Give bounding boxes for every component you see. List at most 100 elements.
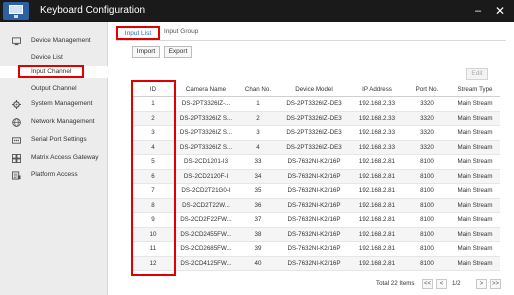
edit-button[interactable]: Edit <box>466 68 488 80</box>
table-header-row: ID Camera Name Chan No. Device Model IP … <box>132 82 500 97</box>
cell-chan-no: 1 <box>238 96 278 112</box>
input-channel-table: ID Camera Name Chan No. Device Model IP … <box>132 82 500 271</box>
sidebar-item-network-management[interactable]: Network Management <box>0 115 108 129</box>
cell-chan-no: 35 <box>238 183 278 199</box>
table-row[interactable]: 1 DS-2PT3326IZ-... 1 DS-2PT3326IZ-DE3 192.16… <box>132 96 500 112</box>
cell-ip-address: 192.168.2.33 <box>350 140 404 155</box>
cell-port-no: 8100 <box>404 241 450 257</box>
table-row[interactable]: 4 DS-2PT3326IZ S... 4 DS-2PT3326IZ-DE3 192.1… <box>132 140 500 155</box>
cell-port-no: 3320 <box>404 111 450 126</box>
cell-device-model: DS-2PT3326IZ-DE3 <box>278 140 350 155</box>
cell-device-model: DS-2PT3326IZ-DE3 <box>278 125 350 141</box>
tab-input-list[interactable]: Input List <box>116 26 160 40</box>
sidebar-subitem-device-list[interactable]: Device List <box>0 52 108 64</box>
cell-port-no: 8100 <box>404 183 450 199</box>
platform-icon <box>12 171 21 180</box>
cell-ip-address: 192.168.2.81 <box>350 169 404 184</box>
cell-port-no: 8100 <box>404 212 450 228</box>
sidebar-item-serial-port-settings[interactable]: Serial Port Settings <box>0 133 108 147</box>
sidebar-item-matrix-access-gateway[interactable]: Matrix Access Gateway <box>0 151 108 165</box>
column-header-chan-no[interactable]: Chan No. <box>238 82 278 97</box>
cell-stream-type: Main Stream <box>450 227 500 242</box>
export-button[interactable]: Export <box>164 46 192 58</box>
cell-camera-name: DS-2CD2120F-I <box>174 169 238 184</box>
cell-stream-type: Main Stream <box>450 125 500 141</box>
table-row[interactable]: 5 DS-2CD1201-I3 33 DS-7632NI-K2/16P 192.168.… <box>132 154 500 170</box>
column-header-stream-type[interactable]: Stream Type <box>450 82 500 97</box>
prev-page-button[interactable]: < <box>436 279 447 289</box>
cell-camera-name: DS-2PT3326IZ S... <box>174 140 238 155</box>
cell-stream-type: Main Stream <box>450 96 500 112</box>
input-channel-highlight <box>18 65 84 78</box>
app-monitor-icon <box>3 2 29 20</box>
cell-stream-type: Main Stream <box>450 183 500 199</box>
device-management-icon <box>12 37 21 46</box>
cell-ip-address: 192.168.2.81 <box>350 183 404 199</box>
table-row[interactable]: 8 DS-2CD2T22W... 36 DS-7632NI-K2/16P 192.168… <box>132 198 500 213</box>
cell-device-model: DS-7632NI-K2/16P <box>278 241 350 257</box>
cell-ip-address: 192.168.2.33 <box>350 111 404 126</box>
cell-chan-no: 38 <box>238 227 278 242</box>
table-row[interactable]: 6 DS-2CD2120F-I 34 DS-7632NI-K2/16P 192.168.… <box>132 169 500 184</box>
sidebar-subitem-output-channel[interactable]: Output Channel <box>0 83 108 95</box>
column-header-device-model[interactable]: Device Model <box>278 82 350 97</box>
cell-stream-type: Main Stream <box>450 256 500 271</box>
grid-icon <box>12 154 21 163</box>
cell-chan-no: 3 <box>238 125 278 141</box>
cell-chan-no: 39 <box>238 241 278 257</box>
column-header-ip-address[interactable]: IP Address <box>350 82 404 97</box>
close-button[interactable]: ✕ <box>492 3 508 19</box>
sidebar-item-label: Matrix Access Gateway <box>31 154 99 161</box>
table-row[interactable]: 7 DS-2CD2T21G0-I 35 DS-7632NI-K2/16P 192.168… <box>132 183 500 199</box>
total-items-label: Total 22 Items <box>376 280 415 287</box>
cell-device-model: DS-7632NI-K2/16P <box>278 212 350 228</box>
last-page-button[interactable]: >> <box>490 279 501 289</box>
table-row[interactable]: 11 DS-2CD2685FW... 39 DS-7632NI-K2/16P 192.1… <box>132 241 500 257</box>
cell-port-no: 8100 <box>404 198 450 213</box>
import-button[interactable]: Import <box>132 46 160 58</box>
cell-camera-name: DS-2PT3326IZ-... <box>174 96 238 112</box>
sidebar-subitem-label: Output Channel <box>31 85 77 92</box>
cell-port-no: 3320 <box>404 125 450 141</box>
cell-chan-no: 2 <box>238 111 278 126</box>
column-header-camera-name[interactable]: Camera Name <box>174 82 238 97</box>
sidebar-item-device-management[interactable]: Device Management <box>0 34 108 48</box>
table-row[interactable]: 10 DS-2CD2455FW... 38 DS-7632NI-K2/16P 192.1… <box>132 227 500 242</box>
cell-chan-no: 36 <box>238 198 278 213</box>
cell-camera-name: DS-2CD2F22FW... <box>174 212 238 228</box>
cell-stream-type: Main Stream <box>450 241 500 257</box>
window-title: Keyboard Configuration <box>40 5 146 16</box>
table-row[interactable]: 12 DS-2CD4125FW... 40 DS-7632NI-K2/16P 192.1… <box>132 256 500 271</box>
cell-device-model: DS-7632NI-K2/16P <box>278 227 350 242</box>
cell-ip-address: 192.168.2.81 <box>350 256 404 271</box>
cell-camera-name: DS-2CD4125FW... <box>174 256 238 271</box>
sidebar-item-label: Platform Access <box>31 171 78 178</box>
cell-ip-address: 192.168.2.33 <box>350 96 404 112</box>
first-page-button[interactable]: << <box>422 279 433 289</box>
cell-stream-type: Main Stream <box>450 140 500 155</box>
cell-device-model: DS-7632NI-K2/16P <box>278 256 350 271</box>
table-row[interactable]: 2 DS-2PT3326IZ S... 2 DS-2PT3326IZ-DE3 192.1… <box>132 111 500 126</box>
sidebar-item-platform-access[interactable]: Platform Access <box>0 168 108 182</box>
cell-ip-address: 192.168.2.81 <box>350 154 404 170</box>
cell-port-no: 3320 <box>404 140 450 155</box>
sidebar-item-label: Network Management <box>31 118 95 125</box>
cell-stream-type: Main Stream <box>450 212 500 228</box>
minimize-button[interactable]: – <box>470 3 486 19</box>
table-row[interactable]: 3 DS-2PT3326IZ S... 3 DS-2PT3326IZ-DE3 192.1… <box>132 125 500 141</box>
cell-ip-address: 192.168.2.81 <box>350 227 404 242</box>
cell-device-model: DS-7632NI-K2/16P <box>278 154 350 170</box>
cell-port-no: 8100 <box>404 154 450 170</box>
next-page-button[interactable]: > <box>476 279 487 289</box>
table-row[interactable]: 9 DS-2CD2F22FW... 37 DS-7632NI-K2/16P 192.16… <box>132 212 500 228</box>
tab-input-group[interactable]: Input Group <box>164 26 204 40</box>
cell-chan-no: 34 <box>238 169 278 184</box>
sidebar-item-label: System Management <box>31 100 93 107</box>
cell-stream-type: Main Stream <box>450 154 500 170</box>
sidebar-item-label: Device Management <box>31 37 91 44</box>
cell-port-no: 3320 <box>404 96 450 112</box>
column-header-port-no[interactable]: Port No. <box>404 82 450 97</box>
cell-camera-name: DS-2CD2T22W... <box>174 198 238 213</box>
gear-icon <box>12 100 21 109</box>
sidebar-item-system-management[interactable]: System Management <box>0 97 108 111</box>
